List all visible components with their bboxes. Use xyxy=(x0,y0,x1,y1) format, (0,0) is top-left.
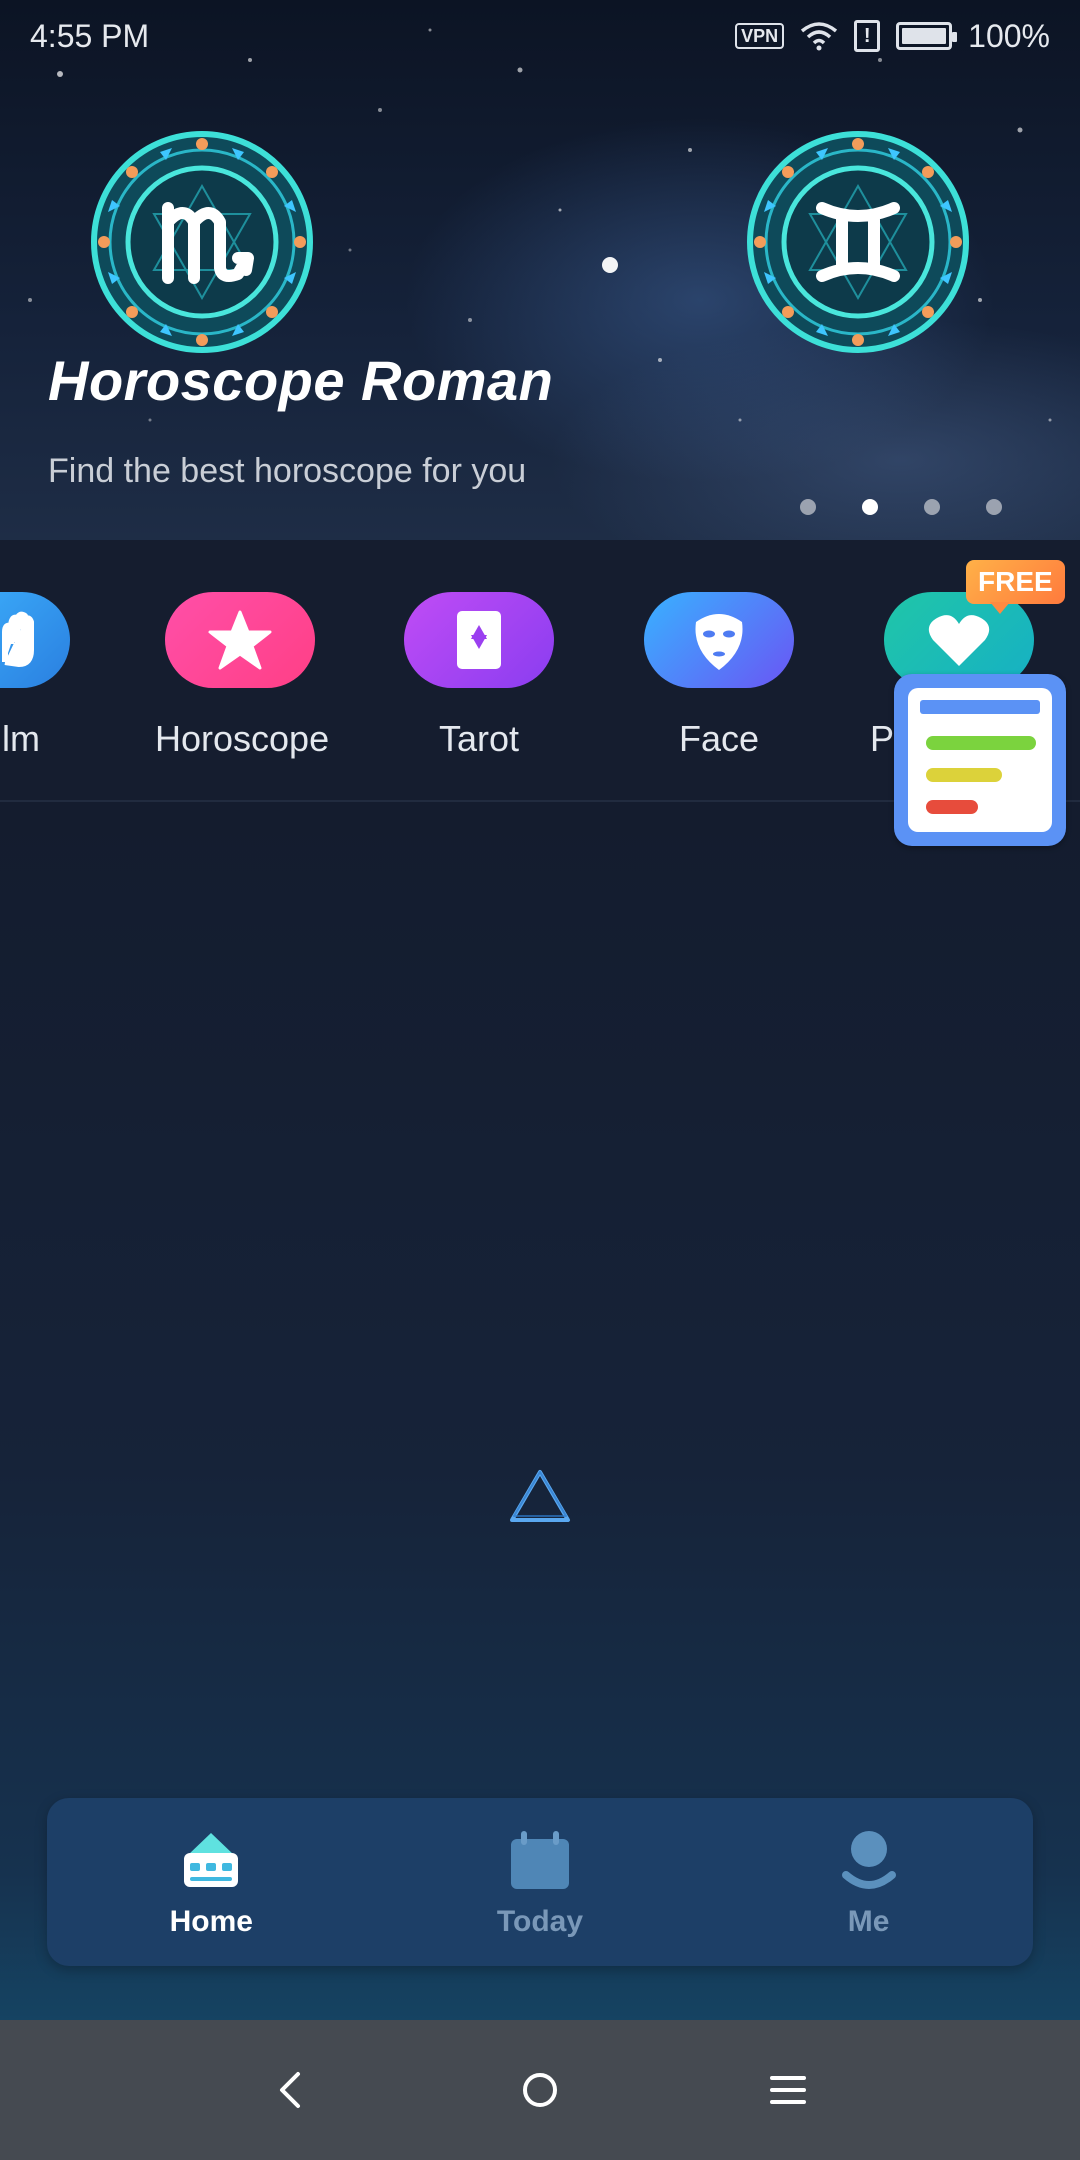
palm-pill[interactable] xyxy=(0,592,70,688)
loading-triangle-icon xyxy=(510,1470,570,1522)
home-icon xyxy=(184,1833,239,1887)
status-bar: 4:55 PM VPN ! 100% xyxy=(0,0,1080,72)
battery-fill xyxy=(902,28,947,44)
vpn-icon: VPN xyxy=(735,23,785,49)
tarot-pill[interactable] xyxy=(404,592,554,688)
floating-widget-header xyxy=(920,700,1040,714)
wifi-icon xyxy=(801,22,838,51)
carousel-dot-4[interactable] xyxy=(986,499,1002,515)
face-pill[interactable] xyxy=(644,592,794,688)
heart-icon xyxy=(928,615,990,666)
menu-icon[interactable] xyxy=(764,2066,812,2114)
category-label-tarot: Tarot xyxy=(438,718,520,759)
tab-label-home: Home xyxy=(169,1905,253,1938)
battery-percent: 100% xyxy=(968,17,1050,54)
category-palm[interactable]: lm xyxy=(0,592,80,760)
floating-widget-bar-yellow xyxy=(926,768,1002,782)
bottom-tab-bar: Home Today Me xyxy=(47,1798,1033,1966)
floating-widget-bar-red xyxy=(926,800,978,814)
battery-icon xyxy=(896,22,958,50)
palm-hand-icon xyxy=(2,611,34,667)
category-tarot[interactable]: Tarot xyxy=(394,592,564,760)
category-horoscope[interactable]: Horoscope xyxy=(155,592,330,760)
horoscope-pill[interactable] xyxy=(165,592,315,688)
category-label-face: Face xyxy=(678,718,760,759)
gemini-sign-icon xyxy=(747,131,969,353)
tab-label-today: Today xyxy=(496,1905,584,1938)
floating-widget-bar-green xyxy=(926,736,1036,750)
system-navigation-bar xyxy=(0,2020,1080,2160)
hero-banner[interactable]: 4:55 PM VPN ! 100% Horoscope Roman Find … xyxy=(0,0,1080,540)
floating-widget-panel xyxy=(908,688,1052,832)
carousel-dot-1[interactable] xyxy=(800,499,816,515)
tarot-card-icon xyxy=(457,611,501,669)
tab-label-me: Me xyxy=(847,1905,890,1938)
banner-title: Horoscope Roman xyxy=(48,349,554,412)
floating-overlay-widget[interactable] xyxy=(894,674,1066,846)
status-time: 4:55 PM xyxy=(30,17,150,54)
back-icon[interactable] xyxy=(268,2066,316,2114)
carousel-indicator xyxy=(800,499,1002,515)
banner-subtitle: Find the best horoscope for you xyxy=(48,452,527,490)
sim-alert-icon: ! xyxy=(854,20,881,52)
carousel-dot-2[interactable] xyxy=(862,499,878,515)
category-label-horoscope: Horoscope xyxy=(155,718,330,759)
star-icon xyxy=(208,610,272,670)
category-label-palm: lm xyxy=(2,718,40,759)
profile-icon xyxy=(841,1831,896,1889)
scorpio-sign-icon xyxy=(91,131,313,353)
tab-me[interactable]: Me xyxy=(769,1825,969,1939)
tab-today[interactable]: Today xyxy=(440,1825,640,1939)
carousel-dot-3[interactable] xyxy=(924,499,940,515)
tab-home[interactable]: Home xyxy=(111,1825,311,1939)
calendar-icon xyxy=(510,1831,569,1889)
free-badge: FREE xyxy=(966,560,1065,614)
face-mask-icon xyxy=(695,614,743,670)
home-circle-icon[interactable] xyxy=(516,2066,564,2114)
status-icons: VPN ! 100% xyxy=(735,18,1050,55)
category-face[interactable]: Face xyxy=(634,592,804,760)
